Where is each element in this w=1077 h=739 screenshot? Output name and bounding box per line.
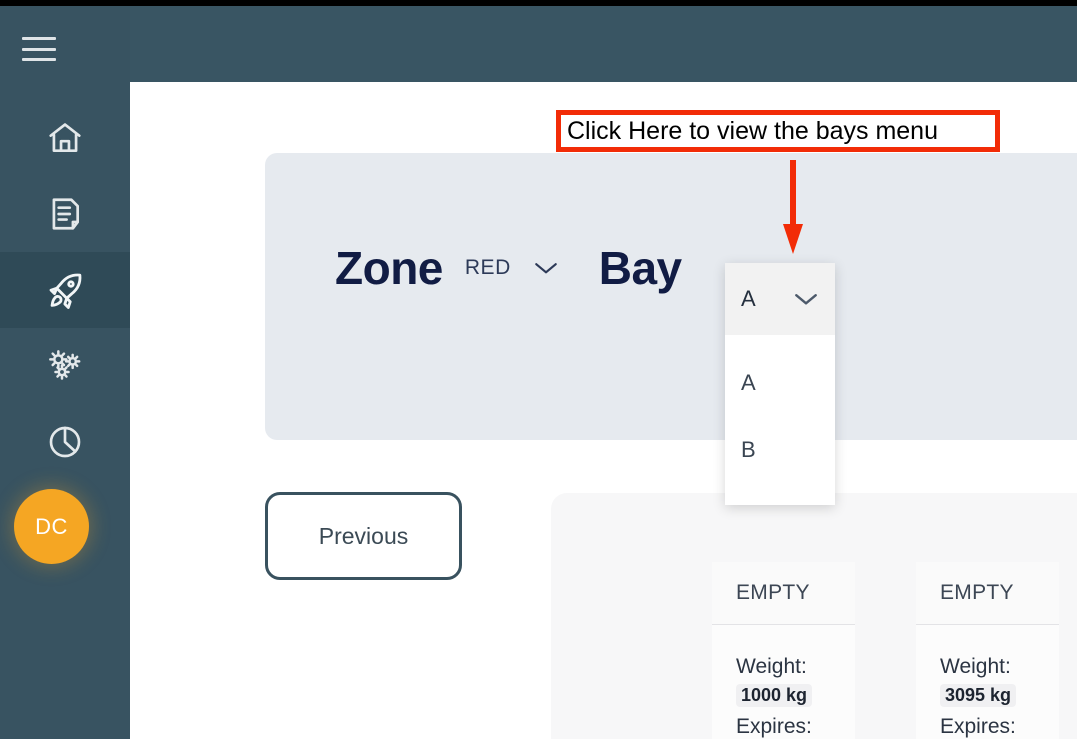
bay-dropdown-trigger[interactable]: A <box>725 263 835 335</box>
sidebar-item-reports[interactable] <box>0 404 130 480</box>
bin-cards-panel: EMPTY Weight: 1000 kg Expires: EMPTY Wei… <box>551 493 1077 739</box>
menu-icon-bar <box>22 47 56 51</box>
bin-card-body: Weight: 3095 kg Expires: <box>916 625 1059 739</box>
main-content: Zone RED Bay A A B Previous EMPTY Weight… <box>130 82 1077 739</box>
avatar-initials: DC <box>35 513 68 539</box>
bin-card[interactable]: EMPTY Weight: 1000 kg Expires: <box>712 562 855 739</box>
bay-dropdown[interactable]: A A B <box>725 263 835 505</box>
down-arrow-icon <box>782 160 804 255</box>
avatar[interactable]: DC <box>14 489 89 564</box>
sidebar: DC <box>0 6 130 739</box>
menu-icon-bar <box>22 58 56 61</box>
document-icon <box>46 195 84 233</box>
bin-expires-label: Expires: <box>940 715 1016 738</box>
annotation-text: Click Here to view the bays menu <box>567 116 938 145</box>
previous-button[interactable]: Previous <box>265 492 462 580</box>
bin-weight-label: Weight: <box>736 655 807 678</box>
bin-status-badge: EMPTY <box>916 562 1059 625</box>
zone-value[interactable]: RED <box>465 256 511 280</box>
bin-weight-value: 3095 kg <box>940 684 1017 707</box>
sidebar-item-launch[interactable] <box>0 252 130 328</box>
previous-button-label: Previous <box>318 522 409 549</box>
menu-icon-bar <box>22 37 56 40</box>
bin-status-badge: EMPTY <box>712 562 855 625</box>
home-icon <box>45 119 85 157</box>
bin-card-body: Weight: 1000 kg Expires: <box>712 625 855 739</box>
menu-icon[interactable] <box>22 37 56 61</box>
bay-label: Bay <box>598 242 682 294</box>
bay-dropdown-options: A B <box>725 335 835 505</box>
rocket-icon <box>44 269 86 311</box>
bin-expires-label: Expires: <box>736 715 812 738</box>
gears-icon <box>45 346 85 386</box>
chevron-down-icon[interactable] <box>533 260 559 276</box>
zone-bay-panel: Zone RED Bay <box>265 153 1077 440</box>
pie-chart-icon <box>45 422 85 462</box>
sidebar-item-settings[interactable] <box>0 328 130 404</box>
chevron-down-icon[interactable] <box>793 291 819 307</box>
bin-weight-label: Weight: <box>940 655 1011 678</box>
bin-weight-value: 1000 kg <box>736 684 813 707</box>
annotation-callout-box: Click Here to view the bays menu <box>556 110 1000 152</box>
bay-dropdown-selected-value: A <box>741 286 756 311</box>
bay-dropdown-option-a[interactable]: A <box>725 349 835 416</box>
sidebar-item-home[interactable] <box>0 100 130 176</box>
sidebar-item-documents[interactable] <box>0 176 130 252</box>
zone-label: Zone <box>335 242 443 294</box>
app-header <box>0 6 1077 82</box>
bay-dropdown-option-b[interactable]: B <box>725 416 835 483</box>
zone-bay-row: Zone RED Bay <box>265 245 1077 291</box>
app-root: DC Zone RED Bay A A B Previous EMPTY Wei… <box>0 0 1077 739</box>
bin-card[interactable]: EMPTY Weight: 3095 kg Expires: <box>916 562 1059 739</box>
